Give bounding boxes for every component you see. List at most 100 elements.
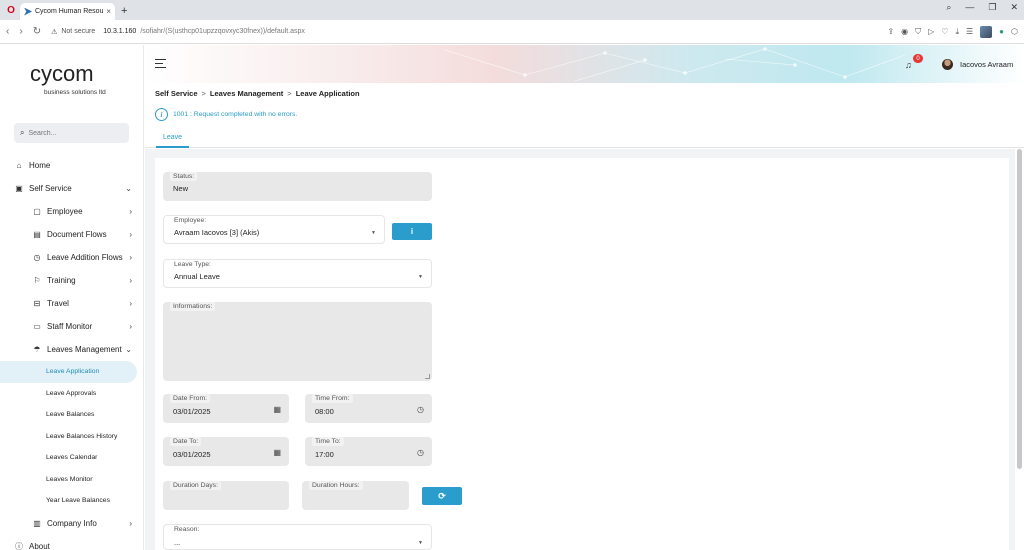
leave-type-select[interactable]: Leave Type: Annual Leave ▼ (163, 259, 432, 288)
bell-icon[interactable]: ♫ (905, 60, 912, 70)
refresh-duration-button[interactable]: ⟳ (422, 487, 462, 505)
sidebar-item-company-info[interactable]: ▥ Company Info › (0, 512, 144, 535)
tab-leave[interactable]: Leave (156, 128, 190, 148)
play-icon[interactable]: ▷ (928, 27, 934, 36)
sidebar-item-year-leave-balances[interactable]: Year Leave Balances (0, 490, 144, 512)
time-to-label: Time To: (312, 437, 344, 446)
dropdown-caret-icon: ▼ (418, 540, 423, 546)
user-name[interactable]: Iacovos Avraam (960, 60, 1013, 69)
leave-type-label: Leave Type: (171, 260, 214, 269)
user-avatar[interactable] (942, 59, 953, 70)
page-scrollbar[interactable] (1017, 149, 1022, 469)
leave-type-value: Annual Leave (174, 272, 220, 281)
sidebar-item-leave-approvals[interactable]: Leave Approvals (0, 383, 144, 405)
sidebar-item-label: Leaves Management (47, 345, 122, 354)
calendar-icon[interactable]: ▦ (273, 448, 281, 457)
camera-icon[interactable]: ◉ (901, 27, 908, 36)
date-from-value: 03/01/2025 (173, 407, 211, 416)
sidebar-item-leave-balances-history[interactable]: Leave Balances History (0, 426, 144, 448)
sidebar-item-document-flows[interactable]: ▤ Document Flows › (0, 223, 144, 246)
sidebar-item-label: Leave Balances History (46, 432, 118, 440)
menu-toggle-icon[interactable] (155, 59, 166, 70)
employee-info-button[interactable]: i (392, 223, 432, 240)
reason-select[interactable]: Reason: ... ▼ (163, 524, 432, 550)
chevron-down-icon: ⌄ (125, 184, 132, 193)
date-from-input[interactable]: Date From: 03/01/2025 ▦ (163, 394, 289, 423)
new-tab-button[interactable]: + (121, 5, 127, 17)
sidebar-item-travel[interactable]: ⊟ Travel › (0, 292, 144, 315)
chevron-right-icon: › (129, 322, 132, 331)
network-background (444, 47, 906, 82)
sidebar-item-staff-monitor[interactable]: ▭ Staff Monitor › (0, 315, 144, 338)
browser-tabstrip: O Cycom Human Resources × + ⌕ — ❐ ✕ (0, 0, 1024, 20)
chevron-right-icon: › (129, 207, 132, 216)
breadcrumb-separator: > (201, 89, 206, 98)
sidebar-item-employee[interactable]: ▢ Employee › (0, 200, 144, 223)
cycom-logo[interactable]: cycom business solutions ltd (30, 61, 120, 101)
heart-icon[interactable]: ♡ (941, 27, 948, 36)
sidebar-item-label: Staff Monitor (47, 322, 93, 331)
cube-icon[interactable]: ⬡ (1011, 27, 1018, 36)
forward-icon[interactable]: › (19, 26, 22, 37)
cycom-favicon-icon (24, 7, 32, 16)
address-bar-icons: ⇪ ◉ ⛉ ▷ ♡ ⤓ ☰ ● ⬡ (887, 25, 1018, 38)
breadcrumb-item[interactable]: Self Service (155, 89, 198, 98)
time-to-input[interactable]: Time To: 17:00 ◷ (305, 437, 432, 466)
extensions-icon[interactable]: ☰ (966, 27, 973, 36)
minimize-icon[interactable]: — (965, 2, 974, 13)
logo-subtitle: business solutions ltd (44, 89, 106, 96)
status-message-text: 1001 : Request completed with no errors. (173, 111, 298, 118)
shield-icon[interactable]: ⛉ (915, 27, 921, 37)
tab-close-icon[interactable]: × (106, 7, 111, 16)
resize-handle[interactable] (425, 374, 430, 379)
sidebar-search[interactable]: ⌕ (14, 123, 129, 143)
sidebar-item-leaves-monitor[interactable]: Leaves Monitor (0, 469, 144, 491)
time-from-value: 08:00 (315, 407, 334, 416)
reload-icon[interactable]: ↻ (33, 26, 41, 37)
reason-label: Reason: (171, 525, 203, 534)
breadcrumb: Self Service > Leaves Management > Leave… (155, 89, 360, 98)
informations-textarea[interactable]: Informations: (163, 302, 432, 381)
opera-logo-icon[interactable]: O (4, 3, 18, 17)
aria-icon[interactable]: ● (999, 27, 1004, 36)
sidebar-item-leaves-calendar[interactable]: Leaves Calendar (0, 447, 144, 469)
breadcrumb-item[interactable]: Leaves Management (210, 89, 283, 98)
back-icon[interactable]: ‹ (6, 26, 9, 37)
sidebar-item-self-service[interactable]: ▣ Self Service ⌄ (0, 177, 144, 200)
search-input[interactable] (28, 129, 119, 137)
sidebar-item-leaves-management[interactable]: ☂ Leaves Management ⌄ (0, 338, 144, 361)
restore-icon[interactable]: ❐ (988, 2, 996, 13)
sidebar-item-about[interactable]: ⓘ About (0, 535, 144, 550)
suitcase-icon: ⊟ (33, 299, 41, 308)
employee-label: Employee: (171, 216, 210, 225)
sidebar-item-leave-addition-flows[interactable]: ◷ Leave Addition Flows › (0, 246, 144, 269)
sidebar-item-home[interactable]: ⌂ Home (0, 154, 144, 177)
close-window-icon[interactable]: ✕ (1010, 2, 1018, 13)
time-from-label: Time From: (312, 394, 353, 403)
time-to-value: 17:00 (315, 450, 334, 459)
download-icon[interactable]: ⤓ (955, 27, 959, 37)
share-icon[interactable]: ⇪ (887, 27, 894, 36)
date-to-input[interactable]: Date To: 03/01/2025 ▦ (163, 437, 289, 466)
browser-tab[interactable]: Cycom Human Resources × (20, 3, 115, 20)
sidebar-item-leave-balances[interactable]: Leave Balances (0, 404, 144, 426)
time-from-input[interactable]: Time From: 08:00 ◷ (305, 394, 432, 423)
sidebar-item-label: Year Leave Balances (46, 497, 110, 505)
search-tabs-icon[interactable]: ⌕ (946, 2, 951, 13)
url-field[interactable]: ⚠ Not secure 10.3.1.160/sofiahr/(S(usthc… (51, 28, 305, 36)
sidebar-item-label: Leave Approvals (46, 389, 97, 397)
date-to-value: 03/01/2025 (173, 450, 211, 459)
sidebar-item-training[interactable]: ⚐ Training › (0, 269, 144, 292)
address-bar: ‹ › ↻ ⚠ Not secure 10.3.1.160/sofiahr/(S… (0, 20, 1024, 44)
sidebar-item-label: About (29, 541, 50, 550)
calendar-icon[interactable]: ▦ (273, 405, 281, 414)
sidebar-item-leave-application[interactable]: Leave Application (0, 361, 137, 383)
monitor-icon: ▭ (33, 322, 41, 331)
chevron-right-icon: › (129, 253, 132, 262)
employee-select[interactable]: Employee: Avraam Iacovos [3] (Akis) ▼ (163, 215, 385, 244)
dropdown-caret-icon: ▼ (371, 230, 376, 236)
clock-icon[interactable]: ◷ (417, 448, 424, 457)
profile-avatar-icon[interactable] (980, 25, 993, 38)
notification-badge: 0 (913, 54, 923, 63)
clock-icon[interactable]: ◷ (417, 405, 424, 414)
